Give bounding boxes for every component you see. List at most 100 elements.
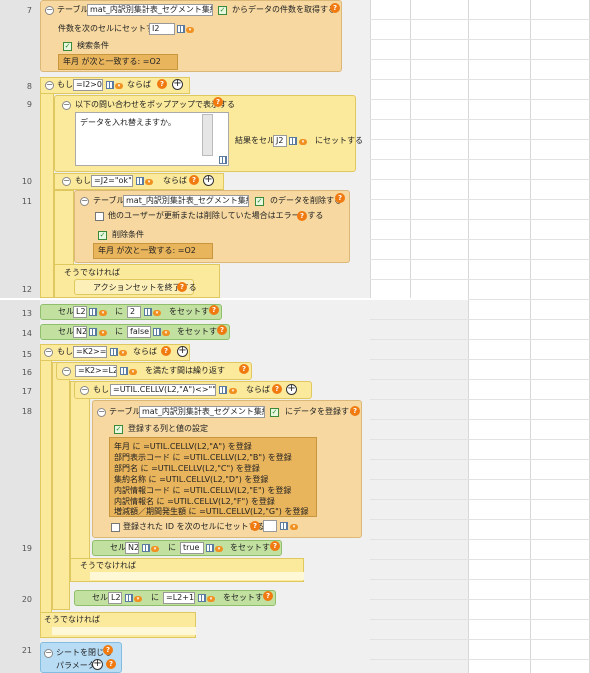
value-field[interactable]: =L2+1 [163, 592, 195, 604]
help-icon[interactable]: ? [263, 591, 273, 601]
block-text: パラメータ [56, 661, 96, 670]
dropdown-icon[interactable]: ▾ [99, 310, 107, 316]
help-icon[interactable]: ? [272, 384, 282, 394]
help-icon[interactable]: ? [217, 325, 227, 335]
add-icon[interactable]: + [286, 384, 297, 395]
scrollbar[interactable] [202, 114, 213, 156]
condition-field[interactable]: =I2>0 [73, 79, 103, 91]
cell-select-icon[interactable] [120, 367, 128, 375]
dropdown-icon[interactable]: ▾ [151, 546, 159, 552]
id-cell-field[interactable] [263, 520, 277, 532]
row-number: 20 [21, 595, 32, 604]
dropdown-icon[interactable]: ▾ [99, 330, 107, 336]
checkbox-checked[interactable]: ✓ [255, 197, 264, 206]
help-icon[interactable]: ? [335, 193, 345, 203]
dropdown-icon[interactable]: ▾ [290, 524, 298, 530]
dropdown-icon[interactable]: ▾ [186, 27, 194, 33]
cell-field[interactable]: L2 [108, 592, 122, 604]
value-field[interactable]: 2 [127, 306, 141, 318]
add-icon[interactable]: + [172, 79, 183, 90]
add-icon[interactable]: + [92, 659, 103, 670]
checkbox-checked[interactable]: ✓ [270, 408, 279, 417]
collapse-icon[interactable]: − [45, 81, 54, 90]
table-name-field[interactable]: mat_内訳別集計表_セグメント集約 [123, 195, 249, 207]
add-icon[interactable]: + [177, 346, 188, 357]
cell-select-icon[interactable] [142, 544, 150, 552]
cell-select-icon[interactable] [289, 137, 297, 145]
collapse-icon[interactable]: − [44, 348, 53, 357]
cell-select-icon[interactable] [144, 308, 152, 316]
dropdown-icon[interactable]: ▾ [145, 179, 153, 185]
checkbox-checked[interactable]: ✓ [114, 425, 123, 434]
else-drop-area[interactable] [52, 627, 196, 635]
add-icon[interactable]: + [203, 175, 214, 186]
dropdown-icon[interactable]: ▾ [134, 596, 142, 602]
cell-select-icon[interactable] [89, 308, 97, 316]
collapse-icon[interactable]: − [97, 408, 106, 417]
help-icon[interactable]: ? [103, 645, 113, 655]
collapse-icon[interactable]: − [80, 197, 89, 206]
dropdown-icon[interactable]: ▾ [119, 350, 127, 356]
help-icon[interactable]: ? [106, 659, 116, 669]
condition-field[interactable]: =J2="ok" [91, 175, 133, 187]
help-icon[interactable]: ? [161, 346, 171, 356]
dropdown-icon[interactable]: ▾ [129, 369, 137, 375]
cell-select-icon[interactable] [136, 177, 144, 185]
help-icon[interactable]: ? [213, 97, 223, 107]
cell-select-icon[interactable] [280, 522, 288, 530]
dropdown-icon[interactable]: ▾ [299, 139, 307, 145]
cell-select-icon[interactable] [219, 156, 227, 164]
cell-select-icon[interactable] [177, 25, 185, 33]
condition-field[interactable]: =UTIL.CELLV(L2,"A")<>"" [110, 384, 216, 396]
table-name-field[interactable]: mat_内訳別集計表_セグメント集約 [87, 4, 213, 16]
dropdown-icon[interactable]: ▾ [207, 596, 215, 602]
dropdown-icon[interactable]: ▾ [115, 83, 123, 89]
condition-field[interactable]: =K2>=L2 [75, 365, 117, 377]
cell-field[interactable]: L2 [73, 306, 87, 318]
checkbox-checked[interactable]: ✓ [218, 6, 227, 15]
cell-select-icon[interactable] [89, 328, 97, 336]
result-cell-field[interactable]: J2 [273, 135, 287, 147]
cell-select-icon[interactable] [106, 81, 114, 89]
collapse-icon[interactable]: − [62, 177, 71, 186]
cell-field[interactable]: N2 [125, 542, 139, 554]
cell-select-icon[interactable] [125, 594, 133, 602]
row-number: 14 [21, 329, 32, 338]
collapse-icon[interactable]: − [44, 649, 53, 658]
cell-select-icon[interactable] [206, 544, 214, 552]
cell-select-icon[interactable] [110, 348, 118, 356]
checkbox-unchecked[interactable] [111, 523, 120, 532]
value-field[interactable]: false [127, 326, 151, 338]
checkbox-unchecked[interactable] [95, 212, 104, 221]
help-icon[interactable]: ? [250, 521, 260, 531]
help-icon[interactable]: ? [239, 364, 249, 374]
collapse-icon[interactable]: − [45, 6, 54, 15]
cell-field[interactable]: N2 [73, 326, 87, 338]
cell-select-icon[interactable] [219, 386, 227, 394]
table-name-field[interactable]: mat_内訳別集計表_セグメント集約 [139, 406, 265, 418]
cell-select-icon[interactable] [198, 594, 206, 602]
cell-select-icon[interactable] [153, 328, 161, 336]
dropdown-icon[interactable]: ▾ [215, 546, 223, 552]
dropdown-icon[interactable]: ▾ [153, 310, 161, 316]
help-icon[interactable]: ? [189, 175, 199, 185]
help-icon[interactable]: ? [177, 282, 187, 292]
else-drop-area[interactable] [90, 572, 304, 580]
checkbox-checked[interactable]: ✓ [63, 42, 72, 51]
collapse-icon[interactable]: − [80, 386, 89, 395]
condition-field[interactable]: =K2>=0 [73, 346, 107, 358]
help-icon[interactable]: ? [270, 541, 280, 551]
block-title: テーブル [93, 196, 125, 205]
checkbox-checked[interactable]: ✓ [98, 231, 107, 240]
collapse-icon[interactable]: − [62, 101, 71, 110]
help-icon[interactable]: ? [350, 406, 360, 416]
help-icon[interactable]: ? [157, 79, 167, 89]
dropdown-icon[interactable]: ▾ [229, 388, 237, 394]
dropdown-icon[interactable]: ▾ [162, 330, 170, 336]
count-cell-field[interactable]: I2 [149, 23, 175, 35]
value-field[interactable]: true [180, 542, 204, 554]
help-icon[interactable]: ? [209, 305, 219, 315]
collapse-icon[interactable]: − [62, 367, 71, 376]
help-icon[interactable]: ? [330, 3, 340, 13]
help-icon[interactable]: ? [297, 211, 307, 221]
